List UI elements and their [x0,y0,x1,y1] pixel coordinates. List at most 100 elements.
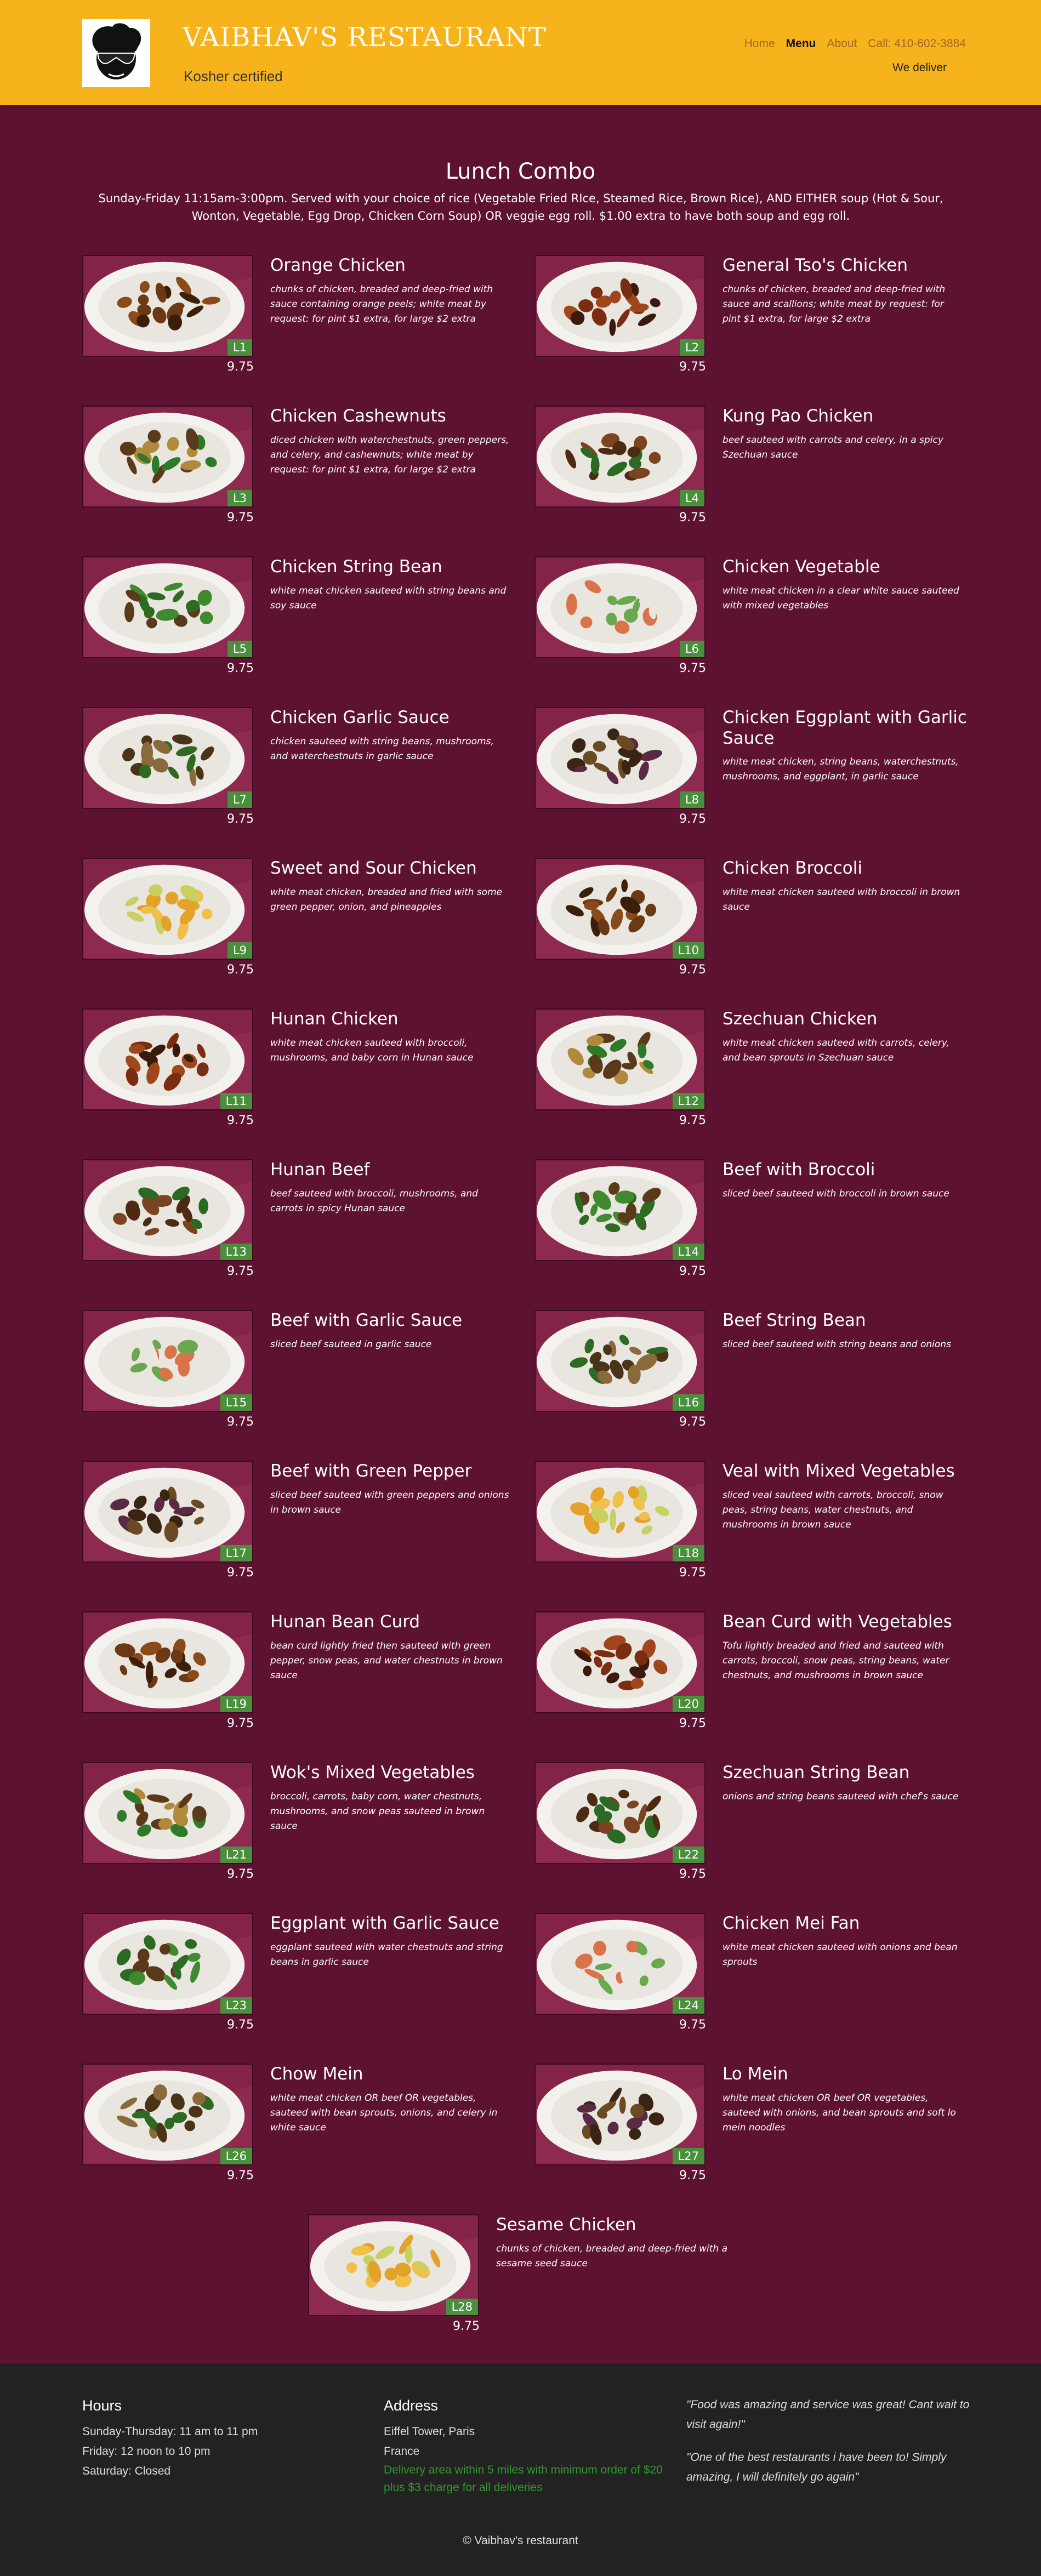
dish-photo[interactable]: L27 [534,2064,706,2165]
menu-item[interactable]: L12 9.75 Szechuan Chicken white meat chi… [534,1008,973,1151]
nav-link-menu[interactable]: Menu [786,37,816,50]
menu-item[interactable]: L16 9.75 Beef String Bean sliced beef sa… [534,1310,973,1452]
dish-photo[interactable]: L11 [82,1008,253,1110]
menu-item[interactable]: L2 9.75 General Tso's Chicken chunks of … [534,255,973,397]
item-price: 9.75 [227,511,254,525]
menu-section-description: Sunday-Friday 11:15am-3:00pm. Served wit… [98,192,943,223]
menu-item[interactable]: L5 9.75 Chicken String Bean white meat c… [82,556,521,699]
menu-item[interactable]: L27 9.75 Lo Mein white meat chicken OR b… [534,2064,973,2206]
dish-photo[interactable]: L20 [534,1611,706,1713]
item-price: 9.75 [679,1264,706,1278]
item-price: 9.75 [679,2169,706,2182]
item-price: 9.75 [679,1566,706,1580]
dish-photo[interactable]: L6 [534,556,706,658]
item-name: Szechuan Chicken [723,1009,878,1029]
dish-photo[interactable]: L17 [82,1461,253,1563]
item-price: 9.75 [679,1415,706,1429]
menu-item[interactable]: L1 9.75 Orange Chicken chunks of chicken… [82,255,521,397]
menu-item[interactable]: L3 9.75 Chicken Cashewnuts diced chicken… [82,406,521,548]
menu-item[interactable]: L11 9.75 Hunan Chicken white meat chicke… [82,1008,521,1151]
dish-photo[interactable]: L24 [534,1913,706,2015]
dish-photo[interactable]: L21 [82,1762,253,1864]
menu-item[interactable]: L21 9.75 Wok's Mixed Vegetables broccoli… [82,1762,521,1905]
menu-item[interactable]: L18 9.75 Veal with Mixed Vegetables slic… [534,1461,973,1603]
item-code-badge: L9 [227,942,252,959]
item-description: Tofu lightly breaded and fried and saute… [723,1640,949,1681]
dish-photo[interactable]: L2 [534,255,706,357]
dish-photo[interactable]: L13 [82,1159,253,1261]
menu-item[interactable]: L7 9.75 Chicken Garlic Sauce chicken sau… [82,707,521,850]
item-description: diced chicken with waterchestnuts, green… [270,435,509,475]
item-name: Chicken Garlic Sauce [270,708,450,727]
nav-link-about[interactable]: About [827,37,857,50]
item-code-badge: L22 [672,1846,704,1863]
dish-photo[interactable]: L9 [82,858,253,960]
dish-photo[interactable]: L16 [534,1310,706,1412]
item-name: Kung Pao Chicken [723,406,874,426]
item-price: 9.75 [679,1867,706,1881]
dish-photo[interactable]: L22 [534,1762,706,1864]
item-name: Hunan Chicken [270,1009,399,1029]
item-price: 9.75 [227,1867,254,1881]
item-price: 9.75 [227,1566,254,1580]
menu-item[interactable]: L14 9.75 Beef with Broccoli sliced beef … [534,1159,973,1302]
menu-item[interactable]: L19 9.75 Hunan Bean Curd bean curd light… [82,1611,521,1754]
item-code-badge: L11 [220,1093,252,1109]
item-price: 9.75 [453,2319,480,2333]
dish-photo[interactable]: L1 [82,255,253,357]
dish-photo[interactable]: L10 [534,858,706,960]
menu-item[interactable]: L28 9.75 Sesame Chicken chunks of chicke… [308,2214,747,2357]
dish-photo[interactable]: L14 [534,1159,706,1261]
item-name: Chicken Eggplant with Garlic Sauce [723,708,967,748]
item-name: Beef with Garlic Sauce [270,1310,463,1330]
site-header: VAIBHAV'S RESTAURANT Kosher certified Ho… [0,0,1041,105]
item-description: white meat chicken in a clear white sauc… [723,585,959,611]
dish-photo[interactable]: L28 [308,2214,479,2316]
dish-photo[interactable]: L8 [534,707,706,809]
item-price: 9.75 [227,2018,254,2032]
nav-link-call[interactable]: Call: 410-602-3884 [868,37,966,50]
item-name: Wok's Mixed Vegetables [270,1763,475,1782]
item-name: Veal with Mixed Vegetables [723,1461,955,1481]
item-description: white meat chicken OR beef OR vegetables… [723,2093,956,2133]
dish-photo[interactable]: L26 [82,2064,253,2165]
item-price: 9.75 [679,2018,706,2032]
menu-item[interactable]: L8 9.75 Chicken Eggplant with Garlic Sau… [534,707,973,850]
menu-item[interactable]: L22 9.75 Szechuan String Bean onions and… [534,1762,973,1905]
menu-item[interactable]: L6 9.75 Chicken Vegetable white meat chi… [534,556,973,699]
item-price: 9.75 [227,1415,254,1429]
dish-photo[interactable]: L15 [82,1310,253,1412]
item-name: Lo Mein [723,2064,788,2084]
dish-photo[interactable]: L19 [82,1611,253,1713]
menu-item[interactable]: L15 9.75 Beef with Garlic Sauce sliced b… [82,1310,521,1452]
menu-item[interactable]: L24 9.75 Chicken Mei Fan white meat chic… [534,1913,973,2055]
dish-photo[interactable]: L4 [534,406,706,508]
dish-photo[interactable]: L7 [82,707,253,809]
dish-photo[interactable]: L12 [534,1008,706,1110]
dish-photo-icon [83,859,252,959]
nav-link-home[interactable]: Home [744,37,775,50]
menu-item[interactable]: L9 9.75 Sweet and Sour Chicken white mea… [82,858,521,1000]
menu-item[interactable]: L10 9.75 Chicken Broccoli white meat chi… [534,858,973,1000]
menu-item[interactable]: L23 9.75 Eggplant with Garlic Sauce eggp… [82,1913,521,2055]
restaurant-logo[interactable] [82,19,150,87]
item-name: Beef String Bean [723,1310,866,1330]
item-name: Chicken Broccoli [723,858,862,878]
dish-photo[interactable]: L5 [82,556,253,658]
menu-item[interactable]: L26 9.75 Chow Mein white meat chicken OR… [82,2064,521,2206]
item-name: Chicken Mei Fan [723,1913,860,1933]
dish-photo-icon [83,708,252,808]
menu-item[interactable]: L17 9.75 Beef with Green Pepper sliced b… [82,1461,521,1603]
item-code-badge: L19 [220,1696,252,1712]
menu-item[interactable]: L4 9.75 Kung Pao Chicken beef sauteed wi… [534,406,973,548]
dish-photo[interactable]: L23 [82,1913,253,2015]
dish-photo[interactable]: L18 [534,1461,706,1563]
dish-photo[interactable]: L3 [82,406,253,508]
menu-item[interactable]: L20 9.75 Bean Curd with Vegetables Tofu … [534,1611,973,1754]
item-name: Orange Chicken [270,255,406,275]
item-name: Chicken Cashewnuts [270,406,446,426]
footer-reviews: "Food was amazing and service was great!… [686,2395,971,2500]
dish-photo-icon [83,557,252,657]
chef-avatar-icon [82,19,150,87]
menu-item[interactable]: L13 9.75 Hunan Beef beef sauteed with br… [82,1159,521,1302]
